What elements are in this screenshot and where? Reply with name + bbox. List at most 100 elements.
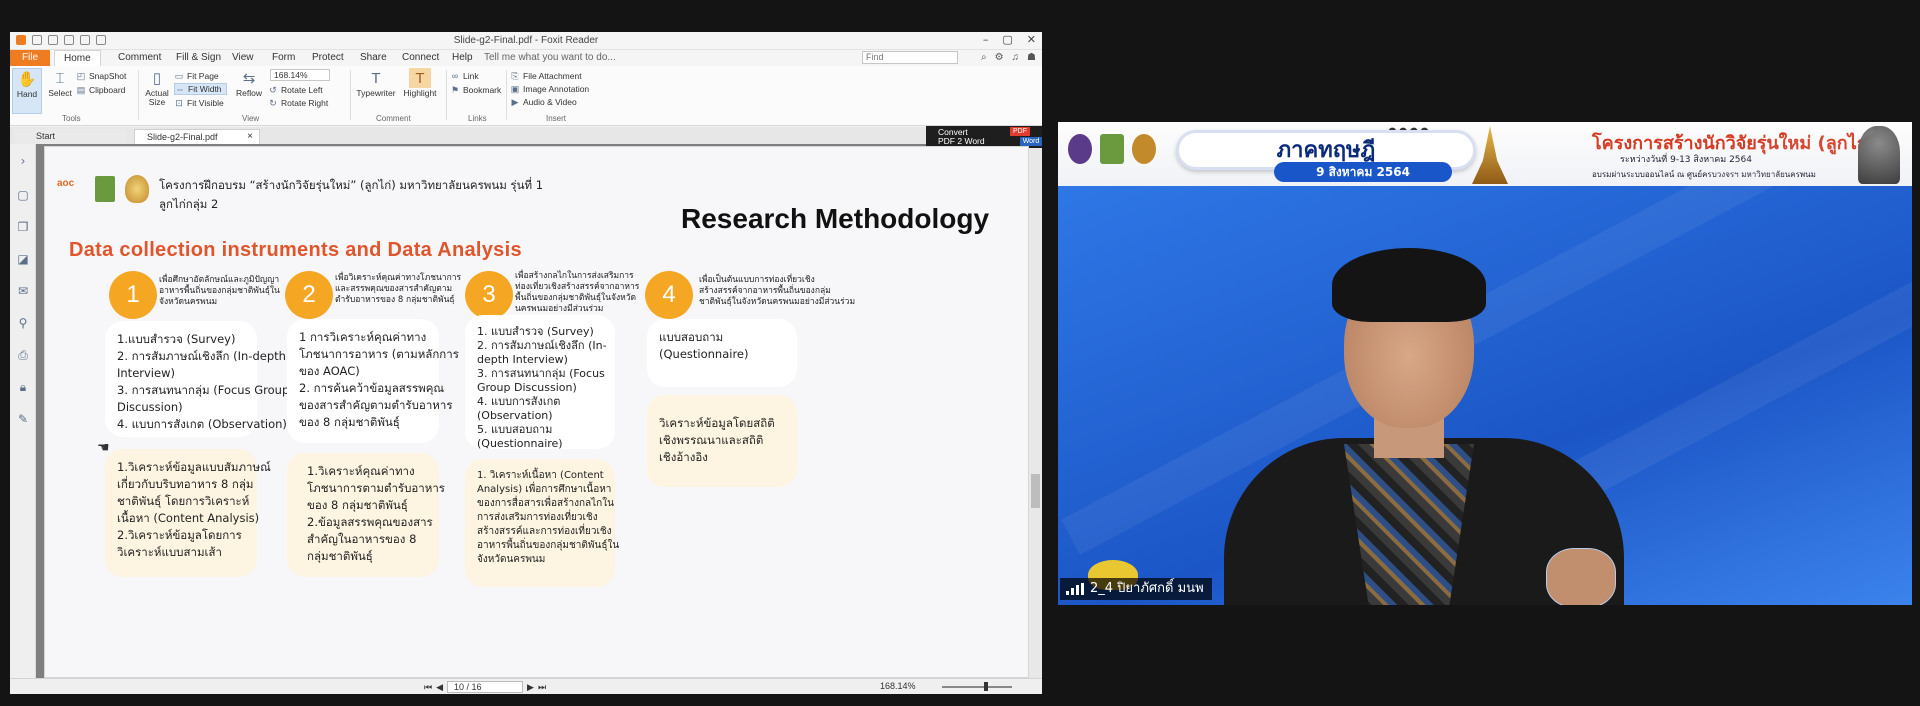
- tab-start[interactable]: Start: [14, 129, 126, 144]
- window-controls: – ▢ ✕: [983, 33, 1036, 46]
- file-tab[interactable]: File: [10, 50, 50, 66]
- speaker-hair: [1332, 248, 1486, 322]
- last-page-icon[interactable]: ⏭: [538, 682, 546, 693]
- tab-help[interactable]: Help: [452, 52, 473, 63]
- page-navigation: ⏮ ◀ 10 / 16 ▶ ⏭: [424, 681, 546, 693]
- fit-visible-button[interactable]: ⊡ Fit Visible: [174, 97, 223, 109]
- analysis-card-1: 1.วิเคราะห์ข้อมูลแบบสัมภาษณ์ เกี่ยวกับบร…: [105, 449, 271, 577]
- settings-icon[interactable]: ⚙: [995, 52, 1004, 63]
- group-separator: [446, 70, 447, 120]
- page-number-input[interactable]: 10 / 16: [447, 681, 524, 693]
- security-panel-icon[interactable]: ⎙: [16, 348, 30, 362]
- hand-icon: ✋: [17, 71, 37, 88]
- maximize-icon[interactable]: ▢: [1002, 33, 1012, 46]
- aoc-logo: aoc: [57, 178, 75, 189]
- group-name: ลูกไก่กลุ่ม 2: [159, 197, 219, 211]
- zoom-slider[interactable]: [942, 686, 1012, 688]
- actual-size-button[interactable]: ▯ Actual Size: [142, 68, 172, 107]
- bookmark-icon: ⚑: [450, 84, 460, 95]
- zoom-select[interactable]: 168.14%: [270, 69, 330, 81]
- clipboard-button[interactable]: ▤ Clipboard: [76, 84, 126, 96]
- seal-logo: [1132, 134, 1156, 164]
- group-label-insert: Insert: [546, 114, 567, 123]
- expand-arrow-icon[interactable]: ›: [16, 154, 30, 168]
- tab-form[interactable]: Form: [272, 52, 295, 63]
- lock-panel-icon[interactable]: 🔒︎: [16, 380, 30, 394]
- convert-pdf-to-word-button[interactable]: Convert PDF 2 Word PDF Word: [926, 126, 1042, 148]
- ribbon-toolbar: ✋ Hand ⌶ Select ◰ SnapShot ▤ Clipboard Too…: [10, 66, 1042, 126]
- temple-image: [1472, 126, 1508, 184]
- rotate-left-icon: ↺: [269, 84, 277, 95]
- navigation-panel: › ▢ ❐ ◪ ✉ ⚲ ⎙ 🔒︎ ✎: [10, 144, 36, 694]
- group-label-comment: Comment: [376, 114, 411, 123]
- close-icon[interactable]: ✕: [1027, 33, 1036, 46]
- group-label-view: View: [242, 114, 260, 123]
- prev-page-icon[interactable]: ◀: [436, 682, 443, 693]
- video-feed[interactable]: ●●●● ภาคทฤษฎี 9 สิงหาคม 2564 โครงการสร้า…: [1058, 122, 1912, 605]
- typewriter-button[interactable]: T Typewriter: [354, 68, 398, 98]
- fit-width-button[interactable]: ⇔ Fit Width: [174, 83, 227, 95]
- link-button[interactable]: ∞ Link: [450, 70, 479, 82]
- tab-connect[interactable]: Connect: [402, 52, 439, 63]
- rotate-left-button[interactable]: ↺ Rotate Left: [268, 84, 322, 96]
- minimize-icon[interactable]: –: [983, 33, 989, 46]
- analysis-card-4: วิเคราะห์ข้อมูลโดยสถิติ เชิงพรรณนาและสถิ…: [647, 395, 797, 487]
- audio-video-button[interactable]: ▶ Audio & Video: [510, 96, 577, 108]
- fit-page-button[interactable]: ▭ Fit Page: [174, 70, 219, 82]
- rotate-right-button[interactable]: ↻ Rotate Right: [268, 97, 328, 109]
- university-logo: [1068, 134, 1092, 164]
- pdf-badge: PDF: [1010, 127, 1030, 136]
- media-icon: ▶: [511, 96, 519, 107]
- pages-panel-icon[interactable]: ❐: [16, 220, 30, 234]
- signal-icon: [1066, 583, 1084, 595]
- user-icon[interactable]: ☗: [1027, 52, 1036, 63]
- scrollbar-thumb[interactable]: [1031, 474, 1040, 508]
- screen: Slide-g2-Final.pdf - Foxit Reader – ▢ ✕ …: [0, 0, 1920, 706]
- hand-tool-button[interactable]: ✋ Hand: [12, 68, 42, 114]
- group-separator: [138, 70, 139, 120]
- zoom-slider-knob[interactable]: [984, 682, 988, 691]
- attachments-panel-icon[interactable]: ⚲: [16, 316, 30, 330]
- snapshot-button[interactable]: ◰ SnapShot: [76, 70, 127, 82]
- layers-panel-icon[interactable]: ◪: [16, 252, 30, 266]
- highlight-button[interactable]: T Highlight: [400, 68, 440, 98]
- select-tool-button[interactable]: ⌶ Select: [46, 68, 74, 98]
- objective-2: เพื่อวิเคราะห์คุณค่าทางโภชนาการ และสรรพค…: [335, 273, 462, 305]
- program-title: โครงการฝึกอบรม “สร้างนักวิจัยรุ่นใหม่” (…: [159, 178, 544, 192]
- search-icon[interactable]: ⌕: [981, 52, 987, 63]
- zoom-level: 168.14%: [880, 681, 916, 691]
- image-annotation-button[interactable]: ▣ Image Annotation: [510, 83, 589, 95]
- bookmarks-panel-icon[interactable]: ▢: [16, 188, 30, 202]
- notification-icon[interactable]: ♫: [1012, 52, 1020, 63]
- analysis-card-2: 1.วิเคราะห์คุณค่าทาง โภชนาการตามตำรับอาห…: [287, 453, 445, 577]
- tab-view[interactable]: View: [232, 52, 254, 63]
- tab-comment[interactable]: Comment: [118, 52, 161, 63]
- green-logo: [1100, 134, 1124, 164]
- first-page-icon[interactable]: ⏮: [424, 682, 432, 693]
- attachment-icon: ⎘: [511, 70, 519, 81]
- participant-name: 2_4 ปิยาภัศกดิ์ มนพ: [1090, 581, 1204, 596]
- tab-protect[interactable]: Protect: [312, 52, 344, 63]
- vertical-scrollbar[interactable]: [1029, 144, 1042, 684]
- tab-share[interactable]: Share: [360, 52, 387, 63]
- typewriter-icon: T: [371, 69, 381, 87]
- fit-width-icon: ⇔: [175, 84, 185, 94]
- close-tab-icon[interactable]: ×: [247, 130, 253, 144]
- comments-panel-icon[interactable]: ✉: [16, 284, 30, 298]
- clipboard-icon: ▤: [76, 84, 86, 95]
- signature-panel-icon[interactable]: ✎: [16, 412, 30, 426]
- tab-home[interactable]: Home: [54, 50, 101, 66]
- reflow-button[interactable]: ⇆ Reflow: [234, 68, 264, 98]
- tab-fill-sign[interactable]: Fill & Sign: [176, 52, 221, 63]
- step-number-4: 4: [645, 271, 693, 319]
- bookmark-button[interactable]: ⚑ Bookmark: [450, 84, 501, 96]
- link-icon: ∞: [451, 71, 459, 81]
- next-page-icon[interactable]: ▶: [527, 682, 534, 693]
- slide-heading: Research Methodology: [681, 203, 990, 234]
- step-number-2: 2: [285, 271, 333, 319]
- participant-nameplate: 2_4 ปิยาภัศกดิ์ มนพ: [1060, 578, 1212, 600]
- tab-document[interactable]: Slide-g2-Final.pdf ×: [134, 129, 260, 144]
- tell-me-search[interactable]: Tell me what you want to do...: [484, 52, 616, 63]
- file-attachment-button[interactable]: ⎘ File Attachment: [510, 70, 581, 82]
- find-input[interactable]: Find: [862, 51, 958, 64]
